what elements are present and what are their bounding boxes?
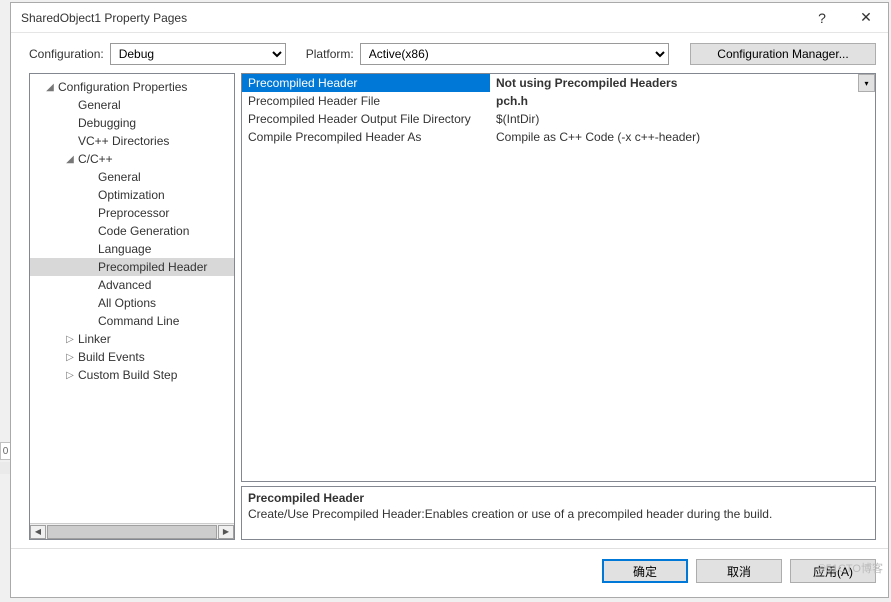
- chevron-right-icon[interactable]: ▷: [64, 334, 76, 345]
- help-button[interactable]: ?: [800, 3, 844, 33]
- platform-dropdown[interactable]: Active(x86): [360, 43, 669, 65]
- titlebar: SharedObject1 Property Pages ? ✕: [11, 3, 888, 33]
- description-title: Precompiled Header: [248, 491, 869, 505]
- tree-node[interactable]: ▷Linker: [30, 330, 234, 348]
- scroll-left-icon[interactable]: ◀: [30, 525, 46, 539]
- apply-button[interactable]: 应用(A): [790, 559, 876, 583]
- property-pages-dialog: SharedObject1 Property Pages ? ✕ Configu…: [10, 2, 889, 598]
- tree-node-label: Code Generation: [96, 224, 189, 238]
- property-value[interactable]: Not using Precompiled Headers: [490, 76, 875, 90]
- description-text: Create/Use Precompiled Header:Enables cr…: [248, 507, 869, 521]
- chevron-down-icon[interactable]: ◢: [44, 82, 56, 93]
- property-row[interactable]: Precompiled Header Output File Directory…: [242, 110, 875, 128]
- tree-node-label: Configuration Properties: [56, 80, 187, 94]
- tree-node[interactable]: General: [30, 96, 234, 114]
- background-editor-slice: 0: [0, 442, 10, 482]
- tree-node[interactable]: Advanced: [30, 276, 234, 294]
- tree-node[interactable]: ▷Build Events: [30, 348, 234, 366]
- tree-node[interactable]: All Options: [30, 294, 234, 312]
- tree-node[interactable]: General: [30, 168, 234, 186]
- description-panel: Precompiled Header Create/Use Precompile…: [241, 486, 876, 540]
- tree-node-label: Build Events: [76, 350, 145, 364]
- chevron-right-icon[interactable]: ▷: [64, 352, 76, 363]
- category-tree[interactable]: ◢Configuration PropertiesGeneralDebuggin…: [29, 73, 235, 540]
- scroll-thumb[interactable]: [47, 525, 217, 539]
- property-name: Precompiled Header File: [242, 92, 490, 110]
- tree-node-label: Custom Build Step: [76, 368, 177, 382]
- tree-node[interactable]: Language: [30, 240, 234, 258]
- window-title: SharedObject1 Property Pages: [21, 11, 800, 25]
- tree-node-label: Debugging: [76, 116, 136, 130]
- tree-node-label: Language: [96, 242, 151, 256]
- tree-node[interactable]: Precompiled Header: [30, 258, 234, 276]
- tree-node-label: VC++ Directories: [76, 134, 169, 148]
- tree-node-label: General: [96, 170, 141, 184]
- property-row[interactable]: Compile Precompiled Header AsCompile as …: [242, 128, 875, 146]
- tree-node[interactable]: Command Line: [30, 312, 234, 330]
- platform-label: Platform:: [306, 47, 354, 61]
- tree-node-label: Preprocessor: [96, 206, 169, 220]
- tree-node-label: C/C++: [76, 152, 113, 166]
- property-name: Precompiled Header Output File Directory: [242, 110, 490, 128]
- tree-horizontal-scrollbar[interactable]: ◀ ▶: [30, 523, 234, 539]
- scroll-right-icon[interactable]: ▶: [218, 525, 234, 539]
- property-value[interactable]: Compile as C++ Code (-x c++-header): [490, 130, 875, 144]
- configuration-manager-button[interactable]: Configuration Manager...: [690, 43, 876, 65]
- tree-node[interactable]: Code Generation: [30, 222, 234, 240]
- tree-node-label: Command Line: [96, 314, 179, 328]
- close-button[interactable]: ✕: [844, 3, 888, 33]
- tree-node-label: General: [76, 98, 121, 112]
- tree-node[interactable]: Debugging: [30, 114, 234, 132]
- tree-node[interactable]: Preprocessor: [30, 204, 234, 222]
- tree-node-label: Optimization: [96, 188, 165, 202]
- chevron-right-icon[interactable]: ▷: [64, 370, 76, 381]
- tree-node-label: Precompiled Header: [96, 260, 207, 274]
- cancel-button[interactable]: 取消: [696, 559, 782, 583]
- property-grid[interactable]: Precompiled HeaderNot using Precompiled …: [241, 73, 876, 482]
- tree-node[interactable]: ▷Custom Build Step: [30, 366, 234, 384]
- tree-node[interactable]: ◢Configuration Properties: [30, 78, 234, 96]
- tree-node[interactable]: ◢C/C++: [30, 150, 234, 168]
- property-row[interactable]: Precompiled HeaderNot using Precompiled …: [242, 74, 875, 92]
- tree-node[interactable]: VC++ Directories: [30, 132, 234, 150]
- property-name: Precompiled Header: [242, 74, 490, 92]
- property-name: Compile Precompiled Header As: [242, 128, 490, 146]
- tree-node-label: Linker: [76, 332, 111, 346]
- dialog-footer: 确定 取消 应用(A): [11, 548, 888, 597]
- property-row[interactable]: Precompiled Header Filepch.h: [242, 92, 875, 110]
- chevron-down-icon[interactable]: ◢: [64, 154, 76, 165]
- tree-node-label: Advanced: [96, 278, 151, 292]
- tree-node[interactable]: Optimization: [30, 186, 234, 204]
- ok-button[interactable]: 确定: [602, 559, 688, 583]
- configuration-label: Configuration:: [29, 47, 104, 61]
- property-value[interactable]: $(IntDir): [490, 112, 875, 126]
- property-value[interactable]: pch.h: [490, 94, 875, 108]
- configuration-dropdown[interactable]: Debug: [110, 43, 286, 65]
- config-toolbar: Configuration: Debug Platform: Active(x8…: [11, 33, 888, 73]
- dropdown-icon[interactable]: ▾: [858, 74, 875, 92]
- tree-node-label: All Options: [96, 296, 156, 310]
